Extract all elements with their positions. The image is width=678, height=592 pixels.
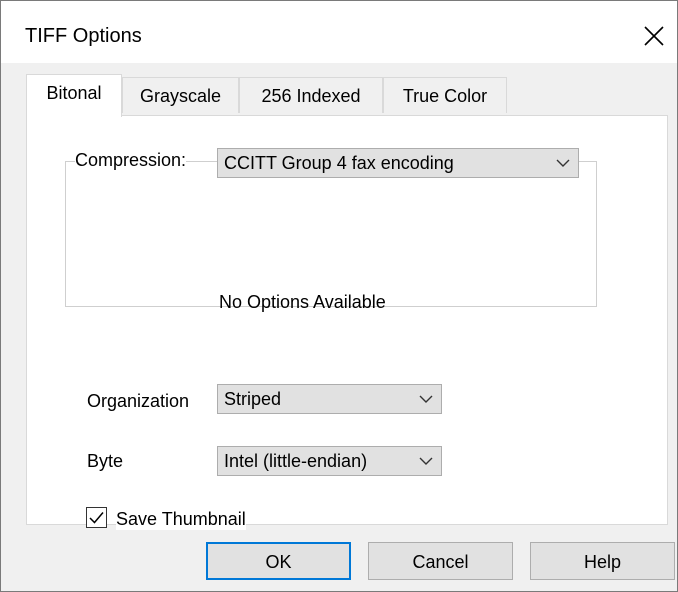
compression-label: Compression: [75, 150, 187, 171]
tab-label: True Color [402, 86, 488, 106]
tab-control: Bitonal Grayscale 256 Indexed True Color… [1, 63, 677, 591]
tiff-options-dialog: TIFF Options Bitonal Grayscale 256 Index… [0, 0, 678, 592]
no-options-message: No Options Available [219, 292, 386, 312]
organization-select[interactable]: Striped [217, 384, 442, 414]
tab-grayscale[interactable]: Grayscale [122, 77, 239, 113]
byte-label: Byte [87, 451, 124, 472]
save-thumbnail-label: Save Thumbnail [116, 509, 246, 530]
organization-label: Organization [87, 391, 190, 412]
compression-select[interactable]: CCITT Group 4 fax encoding [217, 148, 579, 178]
compression-value: CCITT Group 4 fax encoding [224, 153, 454, 173]
help-button[interactable]: Help [530, 542, 675, 580]
checkmark-icon [89, 512, 104, 524]
byte-value: Intel (little-endian) [224, 451, 368, 471]
tab-label: 256 Indexed [261, 86, 361, 106]
title-bar: TIFF Options [1, 1, 677, 63]
organization-value: Striped [224, 389, 282, 409]
tab-label: Bitonal [46, 83, 102, 103]
ok-button[interactable]: OK [206, 542, 351, 580]
compression-group [65, 161, 597, 307]
dialog-title: TIFF Options [25, 25, 142, 47]
byte-order-select[interactable]: Intel (little-endian) [217, 446, 442, 476]
cancel-button[interactable]: Cancel [368, 542, 513, 580]
chevron-down-icon [419, 395, 433, 403]
save-thumbnail-checkbox[interactable] [86, 507, 107, 528]
close-icon[interactable] [641, 23, 667, 49]
chevron-down-icon [419, 457, 433, 465]
tab-label: Grayscale [139, 86, 222, 106]
tab-true-color[interactable]: True Color [383, 77, 507, 113]
chevron-down-icon [556, 159, 570, 167]
tab-256-indexed[interactable]: 256 Indexed [239, 77, 383, 113]
bitonal-panel: Compression: CCITT Group 4 fax encoding … [26, 115, 668, 530]
tab-bitonal[interactable]: Bitonal [26, 74, 122, 117]
